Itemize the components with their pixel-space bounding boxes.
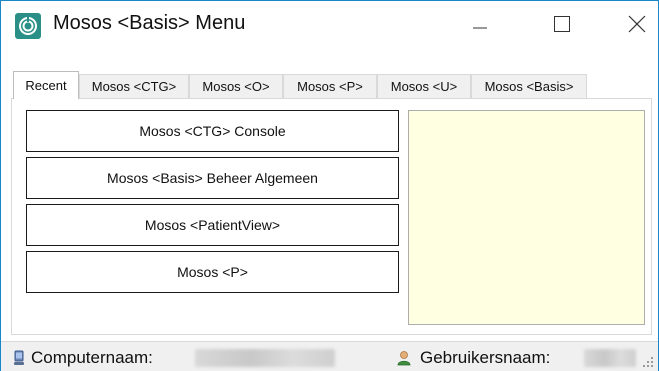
window-title: Mosos <Basis> Menu: [53, 12, 246, 34]
tab-mosos-basis[interactable]: Mosos <Basis>: [471, 74, 587, 98]
mosos-basis-beheer-algemeen-button[interactable]: Mosos <Basis> Beheer Algemeen: [26, 157, 399, 199]
tab-mosos-o[interactable]: Mosos <O>: [189, 74, 283, 98]
mosos-ctg-console-button[interactable]: Mosos <CTG> Console: [26, 110, 399, 152]
status-bar: Computernaam: Gebruikersnaam:: [1, 341, 658, 371]
resize-grip-icon[interactable]: [642, 356, 654, 368]
maximize-button[interactable]: [539, 1, 585, 46]
main-window: Mosos <Basis> Menu Recent Mosos <CTG> Mo…: [0, 0, 659, 371]
tab-mosos-ctg[interactable]: Mosos <CTG>: [79, 74, 189, 98]
tab-mosos-u[interactable]: Mosos <U>: [377, 74, 471, 98]
tab-mosos-p[interactable]: Mosos <P>: [283, 74, 377, 98]
recent-tab-panel: Mosos <CTG> Console Mosos <Basis> Beheer…: [11, 98, 652, 335]
preview-panel: [408, 110, 645, 325]
mosos-patientview-button[interactable]: Mosos <PatientView>: [26, 204, 399, 246]
user-name-label: Gebruikersnaam:: [420, 348, 551, 367]
title-bar: Mosos <Basis> Menu: [1, 1, 658, 46]
tab-recent[interactable]: Recent: [13, 71, 79, 99]
computer-name-label: Computernaam:: [31, 348, 153, 367]
computer-name-value-redacted: [195, 349, 335, 367]
close-button[interactable]: [614, 1, 659, 46]
tab-strip: Recent Mosos <CTG> Mosos <O> Mosos <P> M…: [11, 71, 651, 99]
minimize-icon: [473, 27, 487, 28]
mosos-p-button[interactable]: Mosos <P>: [26, 251, 399, 293]
user-icon: [397, 351, 411, 366]
close-icon: [628, 15, 646, 32]
user-name-value-redacted: [584, 349, 636, 367]
maximize-icon: [554, 15, 570, 32]
app-logo-icon: [15, 13, 41, 39]
computer-icon: [14, 350, 24, 365]
minimize-button[interactable]: [457, 1, 503, 46]
